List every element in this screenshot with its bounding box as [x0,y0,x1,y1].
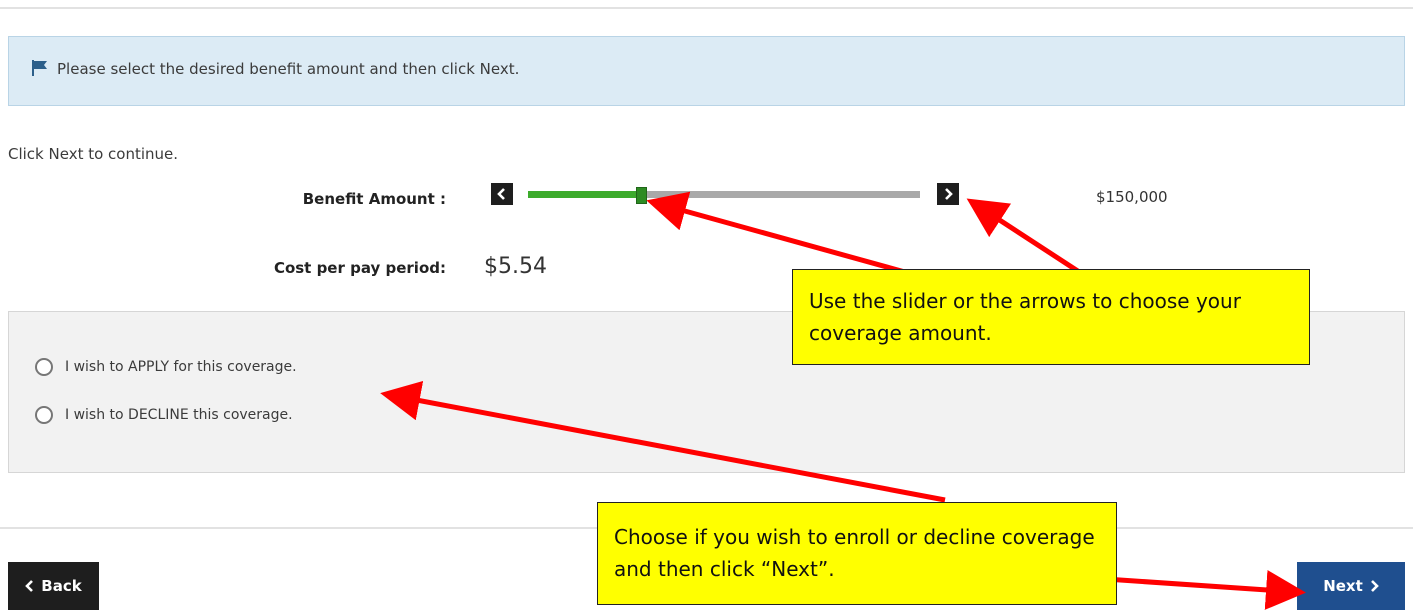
coverage-instruction-callout: Choose if you wish to enroll or decline … [597,502,1117,605]
top-divider [0,7,1413,9]
next-button-label: Next [1323,577,1363,595]
next-button[interactable]: Next [1297,562,1405,610]
chevron-right-icon [1370,580,1379,592]
slider-instruction-callout: Use the slider or the arrows to choose y… [792,269,1310,365]
apply-radio[interactable] [35,358,53,376]
apply-coverage-option[interactable]: I wish to APPLY for this coverage. [35,358,297,376]
increase-amount-button[interactable] [937,183,959,205]
instruction-text: Click Next to continue. [8,145,179,163]
notice-banner: Please select the desired benefit amount… [8,36,1405,106]
benefit-amount-label: Benefit Amount : [302,190,446,208]
back-button[interactable]: Back [8,562,99,610]
cost-per-pay-period-value: $5.54 [484,254,547,279]
chevron-left-icon [497,188,505,200]
slider-fill [528,191,642,198]
decline-radio[interactable] [35,406,53,424]
flag-icon [32,60,47,76]
chevron-right-icon [945,188,953,200]
notice-message: Please select the desired benefit amount… [57,60,520,78]
slider-thumb[interactable] [636,187,647,204]
benefit-amount-value: $150,000 [1096,188,1168,206]
decrease-amount-button[interactable] [491,183,513,205]
slider-annotation-arrow [646,191,931,282]
decline-option-label: I wish to DECLINE this coverage. [65,407,293,423]
arrows-annotation-arrow [966,198,1092,282]
cost-per-pay-period-label: Cost per pay period: [273,259,446,277]
chevron-left-icon [25,580,34,592]
back-button-label: Back [41,577,82,595]
apply-option-label: I wish to APPLY for this coverage. [65,359,297,375]
decline-coverage-option[interactable]: I wish to DECLINE this coverage. [35,406,293,424]
benefit-slider[interactable] [528,187,920,204]
